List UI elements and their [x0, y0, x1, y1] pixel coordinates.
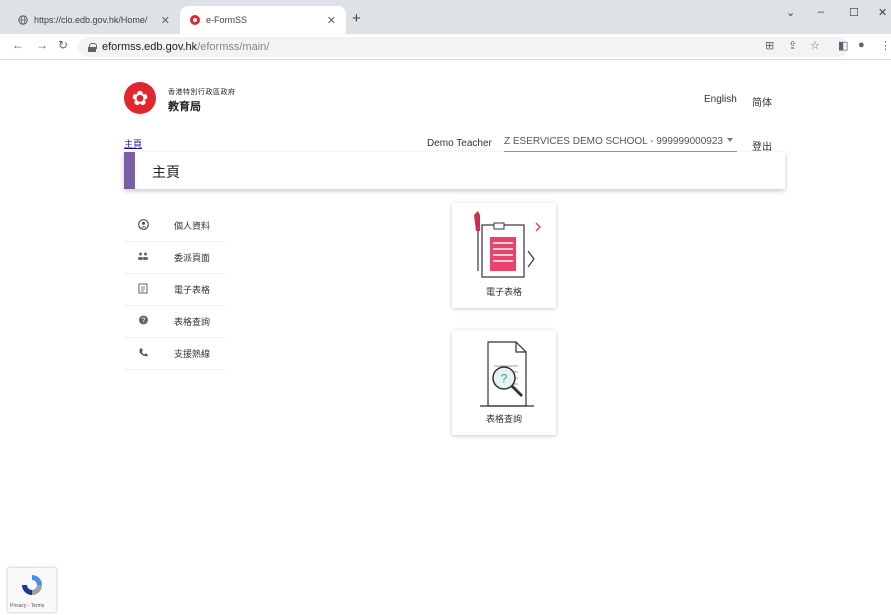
url-path: /eformss/main/ [197, 41, 270, 53]
language-english-link[interactable]: English [704, 94, 737, 105]
tile-label: 電子表格 [485, 287, 522, 297]
close-window-icon[interactable]: ✕ [878, 6, 887, 19]
back-icon[interactable]: ← [12, 38, 24, 52]
address-bar[interactable]: eformss.edb.gov.hk/eformss/main/ [78, 37, 848, 57]
eform-document-icon [474, 211, 542, 278]
title-accent-bar [124, 152, 135, 189]
government-name: 香港特別行政區政府 [168, 89, 236, 96]
school-select[interactable]: Z ESERVICES DEMO SCHOOL - 999999000923 [504, 132, 737, 152]
minimize-icon[interactable]: – [818, 6, 824, 18]
side-menu-item-hotline[interactable]: 支援熱線 [124, 338, 226, 370]
tile-label: 表格查詢 [485, 414, 522, 424]
url-host: eformss.edb.gov.hk [102, 41, 198, 53]
hksar-emblem-logo: ✿ [124, 82, 156, 114]
close-tab-icon[interactable]: ✕ [327, 14, 336, 27]
bureau-name: 教育局 [168, 101, 201, 113]
help-icon: ? [136, 315, 150, 329]
dropdown-arrow-icon [727, 138, 733, 142]
bookmark-star-icon[interactable]: ☆ [810, 39, 820, 52]
browser-toolbar: ← → ↻ eformss.edb.gov.hk/eformss/main/ ⊞… [0, 34, 891, 60]
recaptcha-terms[interactable]: Privacy - Terms [10, 603, 44, 609]
form-search-icon: ? [480, 341, 534, 407]
account-circle-icon [136, 218, 150, 233]
tab-title: https://clo.edb.gov.hk/Home/ [34, 15, 148, 25]
recaptcha-badge[interactable]: Privacy - Terms [8, 568, 56, 612]
side-menu-item-profile[interactable]: 個人資料 [124, 210, 226, 242]
phone-icon [136, 347, 150, 361]
side-menu: 個人資料 委派頁面 電子表格 ? 表格查詢 支援熱線 [124, 210, 226, 370]
people-icon [136, 251, 150, 264]
tab-search-icon[interactable]: ⌄ [786, 6, 795, 19]
menu-kebab-icon[interactable]: ⋮ [880, 39, 891, 52]
form-icon [136, 283, 150, 297]
share-icon[interactable]: ⇪ [788, 39, 797, 52]
logout-link[interactable]: 登出 [752, 138, 772, 153]
new-tab-button[interactable]: + [352, 10, 361, 27]
lock-icon[interactable] [88, 42, 97, 52]
maximize-icon[interactable]: ☐ [849, 6, 859, 19]
page-title: 主頁 [152, 164, 180, 180]
side-menu-item-eform[interactable]: 電子表格 [124, 274, 226, 306]
language-simplified-link[interactable]: 简体 [752, 94, 772, 109]
form-inquiry-tile[interactable]: ? 表格查詢 [452, 330, 556, 435]
side-menu-label: 委派頁面 [174, 253, 211, 263]
side-menu-label: 個人資料 [174, 221, 211, 231]
globe-icon [18, 15, 28, 25]
svg-text:?: ? [501, 372, 508, 386]
close-tab-icon[interactable]: ✕ [161, 14, 170, 27]
reload-icon[interactable]: ↻ [58, 38, 68, 52]
profile-icon[interactable]: ● [858, 39, 865, 51]
page-title-card: 主頁 [124, 152, 785, 189]
side-menu-item-delegation[interactable]: 委派頁面 [124, 242, 226, 274]
browser-tab-bar: https://clo.edb.gov.hk/Home/ ✕ e-FormSS … [0, 0, 891, 34]
side-panel-icon[interactable]: ◧ [838, 39, 848, 52]
bauhinia-favicon-icon [190, 15, 200, 25]
side-menu-label: 表格查詢 [174, 317, 211, 327]
side-menu-item-form-inquiry[interactable]: ? 表格查詢 [124, 306, 226, 338]
tab-title: e-FormSS [206, 15, 248, 25]
forward-icon[interactable]: → [36, 38, 48, 52]
browser-tab-clo[interactable]: https://clo.edb.gov.hk/Home/ ✕ [8, 6, 180, 34]
school-select-value: Z ESERVICES DEMO SCHOOL - 999999000923 [504, 136, 723, 147]
browser-tab-eformss[interactable]: e-FormSS ✕ [180, 6, 346, 34]
user-name: Demo Teacher [427, 138, 492, 149]
side-menu-label: 電子表格 [174, 285, 211, 295]
side-menu-label: 支援熱線 [174, 349, 211, 359]
svg-text:?: ? [141, 317, 145, 324]
translate-icon[interactable]: ⊞ [765, 39, 774, 52]
recaptcha-icon [22, 575, 42, 595]
eform-tile[interactable]: 電子表格 [452, 203, 556, 308]
breadcrumb-home-link[interactable]: 主頁 [124, 137, 142, 150]
